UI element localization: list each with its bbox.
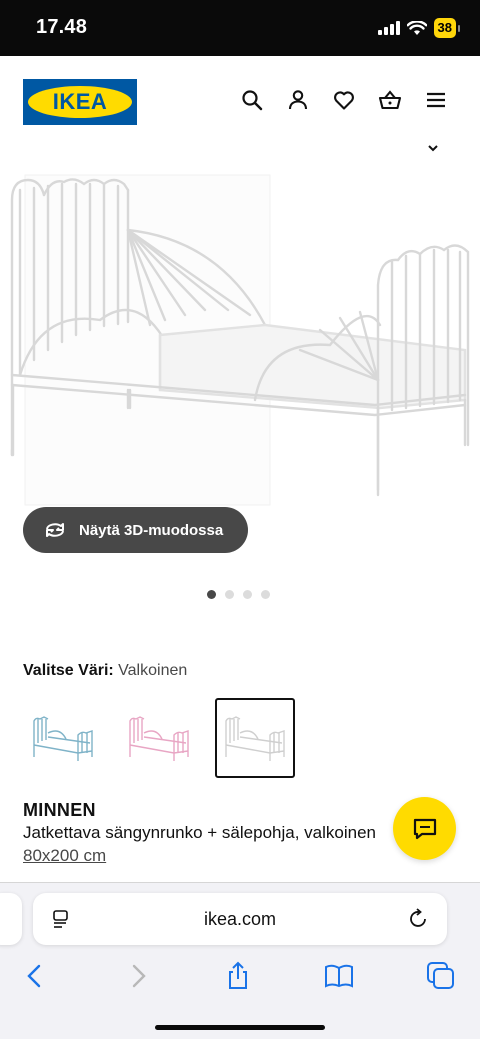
product-image[interactable] (0, 150, 480, 520)
bed-thumbnail-blue (33, 716, 93, 761)
logo-text: IKEA (52, 89, 108, 114)
status-bar: 17.48 38 (0, 0, 480, 56)
carousel-dot[interactable] (243, 590, 252, 599)
status-time: 17.48 (36, 16, 88, 38)
chat-button[interactable] (393, 797, 456, 860)
search-icon[interactable] (240, 88, 264, 112)
carousel-dot[interactable] (261, 590, 270, 599)
color-selector-label: Valitse Väri: Valkoinen (23, 662, 187, 680)
site-header: IKEA (0, 56, 480, 148)
header-actions (240, 88, 448, 112)
battery-tip (458, 24, 460, 32)
product-size-link[interactable]: 80x200 cm (23, 846, 106, 866)
menu-icon[interactable] (424, 88, 448, 112)
status-indicators: 38 (377, 18, 460, 38)
product-name: MINNEN (23, 800, 96, 820)
battery-level: 38 (433, 18, 456, 38)
chat-icon (413, 818, 436, 839)
forward-icon[interactable] (123, 961, 153, 991)
user-icon[interactable] (286, 88, 310, 112)
color-selected-value: Valkoinen (118, 662, 188, 679)
carousel-dot[interactable] (225, 590, 234, 599)
address-bar[interactable]: ikea.com (33, 893, 447, 945)
swatch-white[interactable] (215, 698, 295, 778)
view-3d-button[interactable]: Näytä 3D-muodossa (23, 507, 248, 553)
view-3d-label: Näytä 3D-muodossa (79, 521, 224, 539)
image-carousel-dots (207, 590, 270, 599)
logo-oval: IKEA (28, 86, 132, 118)
heart-icon[interactable] (332, 88, 356, 112)
ikea-logo[interactable]: IKEA (23, 79, 137, 125)
wifi-icon (406, 20, 427, 35)
browser-toolbar: ikea.com (0, 882, 480, 1039)
bookmarks-icon[interactable] (324, 961, 354, 991)
carousel-dot[interactable] (207, 590, 216, 599)
color-swatches (23, 698, 295, 778)
url-text: ikea.com (203, 909, 277, 929)
swatch-pink[interactable] (119, 698, 199, 778)
rotate-3d-icon (46, 523, 64, 537)
reload-icon[interactable] (407, 908, 429, 930)
browser-nav-row (0, 961, 480, 991)
bed-thumbnail-white (225, 716, 285, 761)
product-description: Jatkettava sängynrunko + sälepohja, valk… (23, 823, 376, 842)
share-icon[interactable] (223, 961, 253, 991)
basket-icon[interactable] (378, 88, 402, 112)
home-indicator (155, 1025, 325, 1030)
previous-tab-preview[interactable] (0, 893, 22, 945)
color-label-title: Valitse Väri: (23, 662, 114, 679)
tabs-icon[interactable] (426, 961, 456, 991)
signal-icon (377, 21, 400, 35)
swatch-light-blue[interactable] (23, 698, 103, 778)
bed-thumbnail-pink (129, 716, 189, 761)
back-icon[interactable] (20, 961, 50, 991)
